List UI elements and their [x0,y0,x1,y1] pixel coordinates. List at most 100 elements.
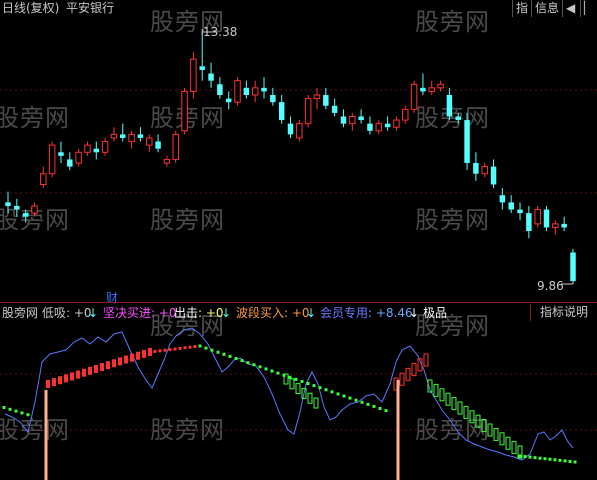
candle-body [481,166,488,175]
indicator-button[interactable]: 指 [512,0,532,17]
green-dot [330,390,334,394]
green-bar [463,405,469,419]
candle-body [234,80,241,103]
candle-body [437,83,444,89]
candle-body [225,98,232,103]
red-dot [158,349,162,353]
candle-body [155,141,161,149]
green-dot [8,407,12,411]
candle-body [358,116,364,121]
candle-body [375,123,383,132]
red-bar [46,380,50,388]
candle-body [172,133,179,160]
candle-body [296,123,303,139]
indicator-explain-button[interactable]: 指标说明 [530,304,597,321]
green-bar [457,401,463,415]
green-dot [553,458,557,462]
green-bar [295,383,301,395]
candle-body [217,84,223,95]
green-dot [372,404,376,408]
stock-name: 平安银行 [66,1,115,15]
candle-body [93,148,100,153]
indicator-name[interactable]: 股旁网 低吸 [2,304,66,322]
red-dot [178,346,182,350]
green-dot [252,363,256,367]
period-label[interactable]: 日线(复权) [2,0,59,17]
green-dot [318,386,322,390]
red-dot [153,349,157,353]
red-bar [94,364,98,373]
green-dot [270,369,274,373]
green-dot [336,392,340,396]
candle-body [31,205,38,214]
candle-body [67,159,73,167]
candle-body [331,105,338,113]
green-dot [2,406,6,409]
candle-body [48,144,56,175]
candle-body [243,87,250,95]
down-arrow-icon: ↓ [221,306,232,320]
candle-body [190,58,197,92]
down-arrow-icon: ↓ [409,306,420,320]
green-dot [543,457,547,461]
indicator-chart[interactable] [0,322,597,480]
candle-body [455,116,461,121]
indicator-label-6: 极品 [423,306,448,320]
candle-body [181,90,188,132]
green-bar [445,392,451,406]
green-dot [258,365,262,369]
red-bar [124,355,128,364]
candle-body [517,209,523,214]
green-bar [505,436,511,450]
red-bar [76,370,80,379]
green-dot [568,459,572,463]
indicator-label-3: 出击 [174,306,199,320]
green-bar [313,397,319,409]
red-bar [88,366,92,375]
green-dot [264,367,268,371]
candle-body [340,116,347,124]
candle-body [499,195,506,203]
green-dot [222,352,226,356]
green-dot [26,413,30,417]
candle-body [464,120,470,164]
red-dot [168,348,172,352]
red-dot [148,350,152,354]
red-bar [118,357,122,366]
green-dot [573,460,577,464]
indicator-value-2: : +0 [151,306,177,320]
candle-body [543,209,550,228]
candle-body [402,108,409,121]
candle-body [384,123,391,128]
back-arrow-icon[interactable]: ◀ [562,0,579,17]
price-chart[interactable] [0,18,597,302]
red-bar [136,351,140,360]
candle-body [287,123,294,135]
green-dot [563,459,567,463]
green-bar [289,378,295,390]
red-dot [173,347,177,351]
candle-body [473,163,479,174]
green-bar [511,441,517,455]
candle-body [428,87,435,92]
buy-signal-bar [396,380,400,480]
green-dot [366,402,370,406]
green-dot [198,344,202,348]
green-dot [548,457,552,461]
red-bar [130,353,134,362]
green-dot [518,454,522,458]
end-icon[interactable]: ▏ [580,0,597,17]
candle-body [5,202,11,206]
green-dot [20,411,24,415]
candle-body [58,152,64,156]
green-dot [216,350,220,354]
candle-body [120,134,126,138]
green-dot [342,394,346,398]
info-button[interactable]: 信息 [531,0,563,17]
indicator-label-2: 坚决买进 [103,306,152,320]
red-bar [399,372,405,386]
red-bar [82,368,86,377]
candle-body [313,94,321,100]
title-bar: 日线(复权) 平安银行 指 信息 ◀ ▏ [0,0,597,17]
green-bar [469,410,475,424]
